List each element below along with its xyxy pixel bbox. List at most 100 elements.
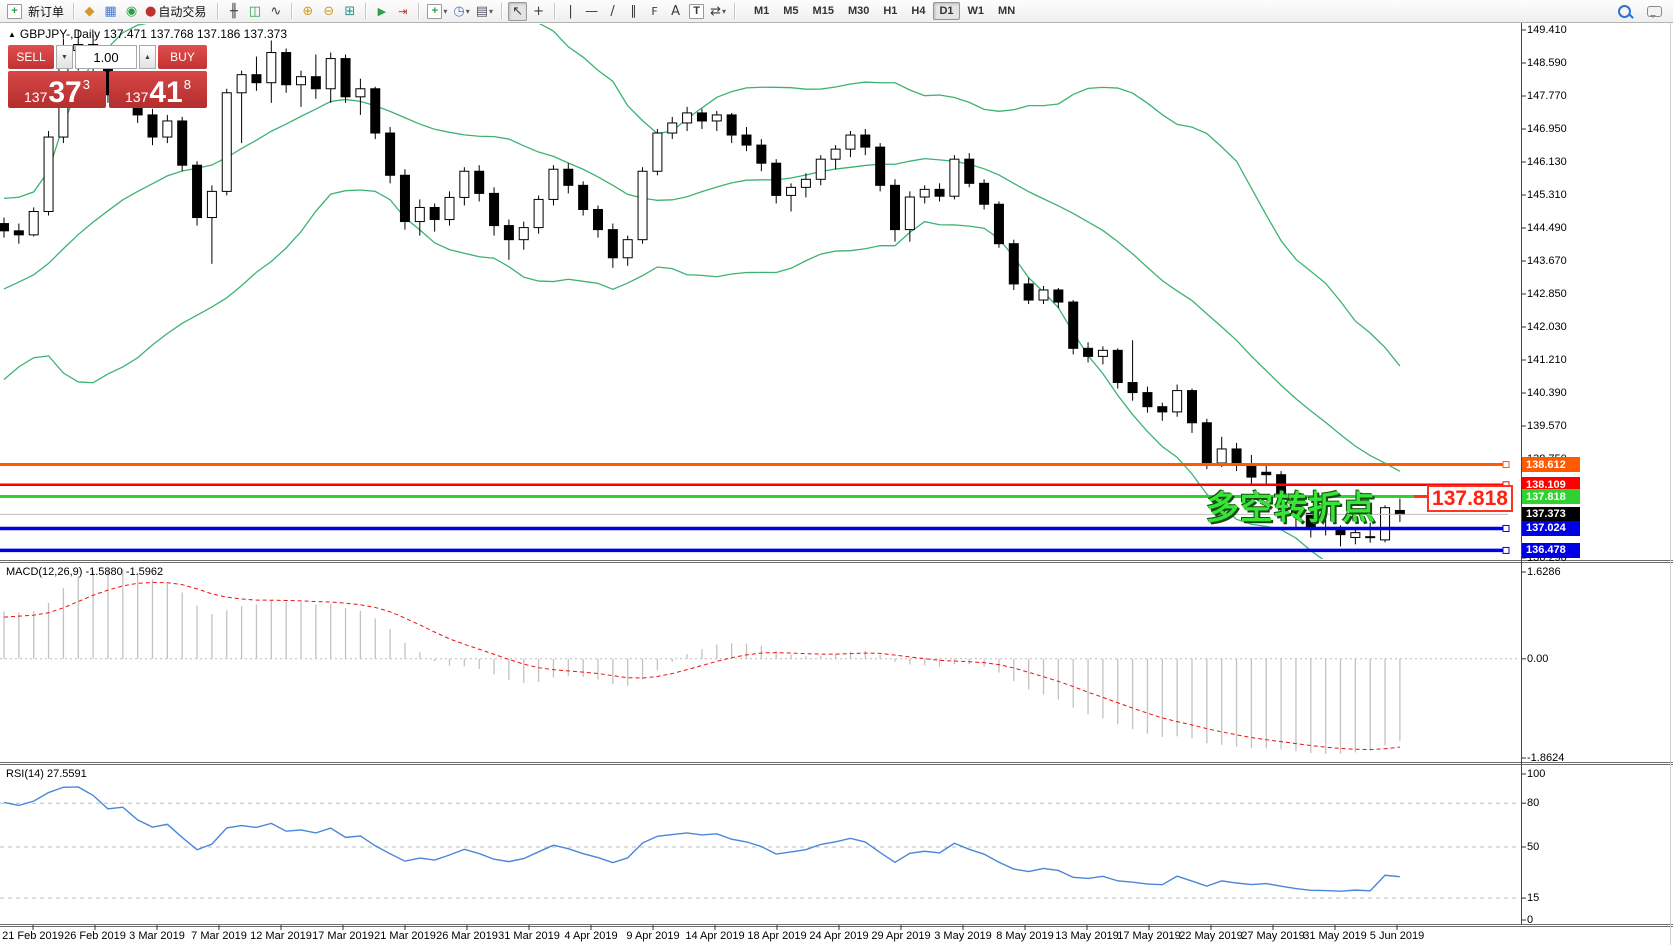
volume-decrease-button[interactable]: ▼ xyxy=(56,45,73,69)
candle-body xyxy=(801,179,810,187)
text-tool-button[interactable]: A xyxy=(666,2,685,21)
candle-body xyxy=(891,185,900,229)
auto-trading-button[interactable]: ●自动交易 xyxy=(143,2,211,21)
chevron-down-icon: ▾ xyxy=(443,7,447,16)
period-button[interactable]: ◷▾ xyxy=(451,2,471,21)
volume-input[interactable]: 1.00 xyxy=(75,45,137,69)
macd-label: MACD(12,26,9) -1.5880 -1.5962 xyxy=(6,566,163,578)
bid-price-box[interactable]: 137373 xyxy=(8,71,106,108)
chevron-down-icon: ▾ xyxy=(466,7,470,16)
date-axis-label: 3 Mar 2019 xyxy=(129,930,185,942)
price-level-tag[interactable]: 137.818 xyxy=(1522,489,1580,504)
candle-body xyxy=(386,133,395,175)
search-icon[interactable] xyxy=(1618,5,1631,18)
timeframe-button-h1[interactable]: H1 xyxy=(877,2,903,20)
price-axis-label: 144.490 xyxy=(1527,222,1567,234)
price-axis-label: 143.670 xyxy=(1527,255,1567,267)
timeframe-button-m30[interactable]: M30 xyxy=(842,2,875,20)
horizontal-line-icon: — xyxy=(585,5,598,18)
price-axis-label: 147.770 xyxy=(1527,90,1567,102)
chat-icon[interactable] xyxy=(1647,6,1662,17)
candle-body xyxy=(697,113,706,121)
candle-body xyxy=(653,133,662,171)
price-axis-label: 145.310 xyxy=(1527,189,1567,201)
candlestick-chart-button[interactable]: ◫ xyxy=(245,2,264,21)
timeframe-button-h4[interactable]: H4 xyxy=(905,2,931,20)
candle-body xyxy=(326,59,335,89)
turning-point-annotation[interactable]: 多空转折点 xyxy=(1206,481,1376,529)
timeframe-button-mn[interactable]: MN xyxy=(992,2,1021,20)
candle-body xyxy=(1247,465,1256,477)
sell-button[interactable]: SELL xyxy=(8,45,54,69)
text-label-tool-button[interactable]: T xyxy=(687,2,706,21)
timeframe-button-m15[interactable]: M15 xyxy=(807,2,840,20)
zoom-in-button[interactable]: ⊕ xyxy=(298,2,317,21)
crosshair-tool-button[interactable]: + xyxy=(529,2,548,21)
tile-windows-button[interactable]: ⊞ xyxy=(340,2,359,21)
chart-shift-button[interactable]: ⇥ xyxy=(393,2,412,21)
date-axis-label: 14 Apr 2019 xyxy=(685,930,744,942)
zoom-out-button[interactable]: ⊖ xyxy=(319,2,338,21)
candle-body xyxy=(965,159,974,183)
collapse-triangle-icon[interactable]: ▲ xyxy=(8,30,16,39)
price-axis-label: 142.030 xyxy=(1527,321,1567,333)
market-watch-button[interactable]: ◆ xyxy=(80,2,99,21)
candle-body xyxy=(1128,383,1137,393)
candle-body xyxy=(504,226,513,240)
cursor-tool-button[interactable]: ↖ xyxy=(508,2,527,21)
candle-body xyxy=(1217,449,1226,463)
candle-body xyxy=(29,211,38,234)
navigator-button[interactable]: ◉ xyxy=(122,2,141,21)
price-axis-label: 141.210 xyxy=(1527,354,1567,366)
toolbar-separator xyxy=(291,3,292,19)
date-axis-label: 18 Apr 2019 xyxy=(747,930,806,942)
arrows-icon: ⇄ xyxy=(710,5,721,18)
candle-body xyxy=(1024,284,1033,300)
price-level-tag[interactable]: 138.612 xyxy=(1522,457,1580,472)
candle-body xyxy=(178,121,187,165)
rsi-axis-label: 50 xyxy=(1527,841,1539,853)
auto-scroll-button[interactable]: ▶ xyxy=(372,2,391,21)
chart-ohlc-header: ▲GBPJPY-,Daily 137.471 137.768 137.186 1… xyxy=(8,27,287,41)
new-order-button[interactable]: + xyxy=(5,2,24,21)
candle-body xyxy=(0,224,9,231)
ask-price-box[interactable]: 137418 xyxy=(109,71,207,108)
trendline-tool-button[interactable]: / xyxy=(603,2,622,21)
candle-body xyxy=(549,169,558,199)
timeframe-button-d1[interactable]: D1 xyxy=(933,2,959,20)
bar-chart-button[interactable]: ╫ xyxy=(224,2,243,21)
candle-body xyxy=(1395,510,1404,514)
date-axis-label: 24 Apr 2019 xyxy=(809,930,868,942)
timeframe-button-m5[interactable]: M5 xyxy=(777,2,804,20)
line-chart-button[interactable]: ∿ xyxy=(266,2,285,21)
volume-increase-button[interactable]: ▲ xyxy=(139,45,156,69)
candle-body xyxy=(816,159,825,179)
timeframe-button-m1[interactable]: M1 xyxy=(748,2,775,20)
candle-body xyxy=(1188,391,1197,423)
price-level-tag[interactable]: 136.478 xyxy=(1522,543,1580,558)
arrows-tool-button[interactable]: ⇄▾ xyxy=(708,2,728,21)
candle-body xyxy=(371,89,380,133)
new-order-label[interactable]: 新订单 xyxy=(28,3,64,20)
candle-body xyxy=(623,240,632,258)
chart-canvas[interactable] xyxy=(0,0,1673,945)
price-callout-label[interactable]: 137.818 xyxy=(1427,485,1513,512)
horizontal-line-tool-button[interactable]: — xyxy=(582,2,601,21)
timeframe-button-w1[interactable]: W1 xyxy=(962,2,991,20)
candle-body xyxy=(297,77,306,85)
price-level-tag[interactable]: 137.373 xyxy=(1522,507,1580,522)
candle-body xyxy=(534,199,543,227)
price-level-tag[interactable]: 137.024 xyxy=(1522,521,1580,536)
fibonacci-tool-button[interactable]: F xyxy=(645,2,664,21)
line-end-marker xyxy=(1503,525,1509,531)
buy-button[interactable]: BUY xyxy=(158,45,207,69)
navigator-icon: ◉ xyxy=(126,5,137,18)
data-window-icon: ▦ xyxy=(104,5,116,18)
vertical-line-tool-button[interactable]: | xyxy=(561,2,580,21)
bid-big-digits: 37 xyxy=(48,80,81,106)
date-axis-label: 8 May 2019 xyxy=(996,930,1053,942)
price-axis-label: 139.570 xyxy=(1527,420,1567,432)
data-window-button[interactable]: ▦ xyxy=(101,2,120,21)
template-button[interactable]: ▤▾ xyxy=(474,2,495,21)
add-indicator-button[interactable]: +▾ xyxy=(425,2,449,21)
